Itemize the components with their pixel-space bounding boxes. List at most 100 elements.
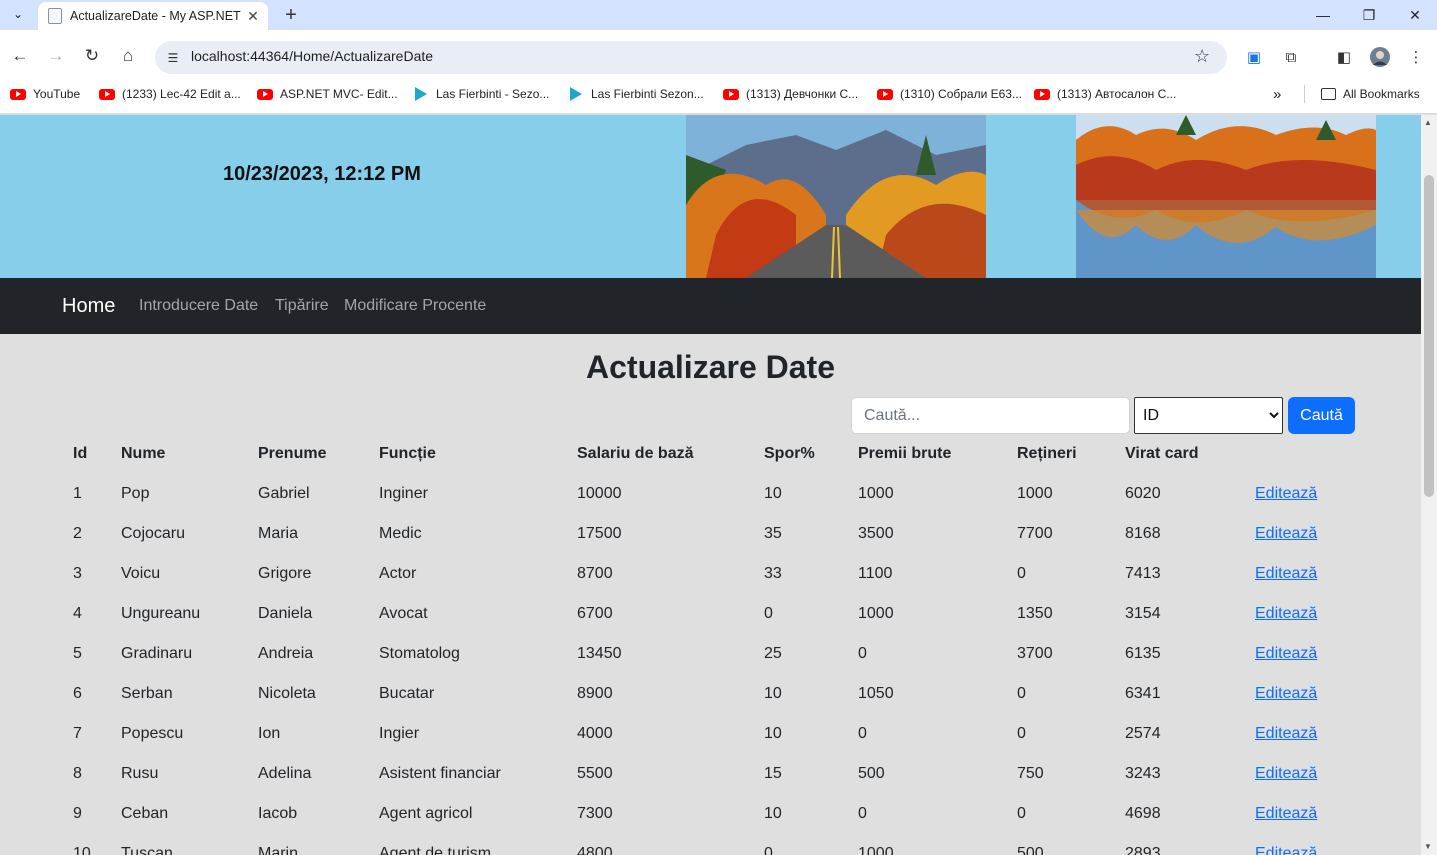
bookmark-item[interactable]: YouTube <box>10 87 80 101</box>
column-header-nume: Nume <box>121 445 166 462</box>
bookmark-label: (1233) Lec-42 Edit a... <box>122 87 241 101</box>
extensions-puzzle-icon[interactable]: ⧉ <box>1280 46 1302 68</box>
cell-nume: Cojocaru <box>121 525 186 542</box>
cell-salariu: 8700 <box>577 565 613 582</box>
cell-id: 1 <box>73 485 82 502</box>
cell-retineri: 0 <box>1017 725 1026 742</box>
autumn-lake-image <box>1076 115 1376 278</box>
bookmark-item[interactable]: (1233) Lec-42 Edit a... <box>99 87 241 101</box>
new-tab-icon[interactable]: + <box>280 4 302 26</box>
url-text[interactable]: localhost:44364/Home/ActualizareDate <box>191 48 433 64</box>
reload-icon[interactable]: ↻ <box>80 44 104 68</box>
edit-link[interactable]: Editează <box>1255 605 1317 622</box>
cell-nume: Gradinaru <box>121 645 193 662</box>
side-panel-icon[interactable]: ◧ <box>1333 46 1355 68</box>
cell-salariu: 5500 <box>577 765 613 782</box>
tab-search-chevron-icon[interactable]: ⌄ <box>6 3 30 25</box>
cell-premii: 1000 <box>858 485 894 502</box>
bookmark-item[interactable]: (1310) Собрали E63... <box>877 87 1022 101</box>
youtube-icon <box>257 88 273 100</box>
scrollbar-thumb[interactable] <box>1424 175 1434 497</box>
column-header-functie: Funcție <box>379 445 436 462</box>
cell-functie: Stomatolog <box>379 645 460 662</box>
cell-nume: Rusu <box>121 765 159 782</box>
close-tab-icon[interactable]: ✕ <box>244 8 262 25</box>
back-icon[interactable]: ← <box>8 44 32 68</box>
bookmark-label: YouTube <box>33 87 81 101</box>
cell-nume: Tuscan <box>121 845 173 855</box>
cell-actions: Editează <box>1243 554 1361 594</box>
extension-icon[interactable]: ▣ <box>1243 46 1265 68</box>
cell-retineri: 3700 <box>1017 645 1053 662</box>
edit-link[interactable]: Editează <box>1255 645 1317 662</box>
bookmark-item[interactable]: (1313) Девчонки С... <box>723 87 858 101</box>
nav-link-tiparire[interactable]: Tipărire <box>275 297 329 315</box>
all-bookmarks-label: All Bookmarks <box>1343 87 1420 101</box>
cell-actions: Editează <box>1243 634 1361 674</box>
cell-functie: Asistent financiar <box>379 765 501 782</box>
edit-link[interactable]: Editează <box>1255 485 1317 502</box>
cell-spor: 10 <box>764 805 782 822</box>
bookmark-item[interactable]: (1313) Автосалон С... <box>1034 87 1176 101</box>
restore-icon[interactable]: ❐ <box>1346 0 1392 30</box>
cell-spor: 0 <box>764 845 773 855</box>
table-row: 10 Tuscan Marin Agent de turism 4800 0 1000 500… <box>61 834 1361 855</box>
nav-brand-home[interactable]: Home <box>62 295 115 318</box>
bookmark-label: ASP.NET MVC- Edit... <box>280 87 398 101</box>
edit-link[interactable]: Editează <box>1255 725 1317 742</box>
cell-id: 6 <box>73 685 82 702</box>
table-row: 7 Popescu Ion Ingier 4000 10 0 0 2574 Editează <box>61 714 1361 754</box>
site-info-icon[interactable]: ☰ <box>164 49 182 67</box>
edit-link[interactable]: Editează <box>1255 765 1317 782</box>
cell-virat-card: 2893 <box>1125 845 1161 855</box>
edit-link[interactable]: Editează <box>1255 525 1317 542</box>
cell-premii: 1100 <box>858 565 893 582</box>
cell-premii: 0 <box>858 805 867 822</box>
close-window-icon[interactable]: ✕ <box>1392 0 1437 30</box>
table-row: 9 Ceban Iacob Agent agricol 7300 10 0 0 4698 Edit… <box>61 794 1361 834</box>
bookmark-item[interactable]: Las Fierbinti Sezon... <box>570 87 704 101</box>
search-input[interactable] <box>851 397 1130 434</box>
cell-nume: Serban <box>121 685 173 702</box>
edit-link[interactable]: Editează <box>1255 805 1317 822</box>
cell-id: 10 <box>73 845 91 855</box>
bookmark-item[interactable]: Las Fierbinti - Sezo... <box>415 87 549 101</box>
scroll-down-icon[interactable]: ▼ <box>1424 842 1432 851</box>
all-bookmarks-button[interactable]: All Bookmarks <box>1321 87 1420 101</box>
edit-link[interactable]: Editează <box>1255 845 1317 855</box>
table-row: 8 Rusu Adelina Asistent financiar 5500 15 500 7… <box>61 754 1361 794</box>
nav-link-modificare-procente[interactable]: Modificare Procente <box>344 297 486 315</box>
cell-functie: Medic <box>379 525 422 542</box>
profile-avatar[interactable] <box>1369 46 1391 68</box>
table-row: 4 Ungureanu Daniela Avocat 6700 0 1000 1350 3154… <box>61 594 1361 634</box>
table-row: 3 Voicu Grigore Actor 8700 33 1100 0 7413 Editeaz… <box>61 554 1361 594</box>
cell-salariu: 8900 <box>577 685 613 702</box>
cell-actions: Editează <box>1243 674 1361 714</box>
cell-virat-card: 6341 <box>1125 685 1161 702</box>
home-icon[interactable]: ⌂ <box>116 44 140 68</box>
bookmark-label: Las Fierbinti Sezon... <box>591 87 704 101</box>
column-header-spor: Spor% <box>764 445 815 462</box>
bookmark-star-icon[interactable]: ☆ <box>1194 46 1210 67</box>
cell-prenume: Ion <box>258 725 281 742</box>
edit-link[interactable]: Editează <box>1255 685 1317 702</box>
bookmark-label: (1313) Девчонки С... <box>746 87 859 101</box>
column-header-prenume: Prenume <box>258 445 327 462</box>
cell-actions: Editează <box>1243 754 1361 794</box>
cell-prenume: Andreia <box>258 645 314 662</box>
browser-tab-active[interactable]: ActualizareDate - My ASP.NET ✕ <box>38 2 268 30</box>
bookmarks-overflow-icon[interactable]: » <box>1273 86 1281 103</box>
cell-nume: Ceban <box>121 805 169 822</box>
cell-spor: 15 <box>764 765 782 782</box>
nav-link-introducere-date[interactable]: Introducere Date <box>139 297 258 315</box>
scroll-up-icon[interactable]: ▲ <box>1424 118 1432 127</box>
bookmark-item[interactable]: ASP.NET MVC- Edit... <box>257 87 398 101</box>
table-row: 1 Pop Gabriel Inginer 10000 10 1000 1000 6020 Edi… <box>61 474 1361 514</box>
search-field-select[interactable]: ID <box>1134 397 1283 434</box>
table-header-row: Id Nume Prenume Funcție Salariu de bază … <box>61 434 1361 474</box>
edit-link[interactable]: Editează <box>1255 565 1317 582</box>
menu-dots-icon[interactable]: ⋮ <box>1405 46 1427 68</box>
forward-icon[interactable]: → <box>44 44 68 68</box>
search-button[interactable]: Caută <box>1288 397 1355 434</box>
minimize-icon[interactable]: — <box>1300 0 1346 30</box>
